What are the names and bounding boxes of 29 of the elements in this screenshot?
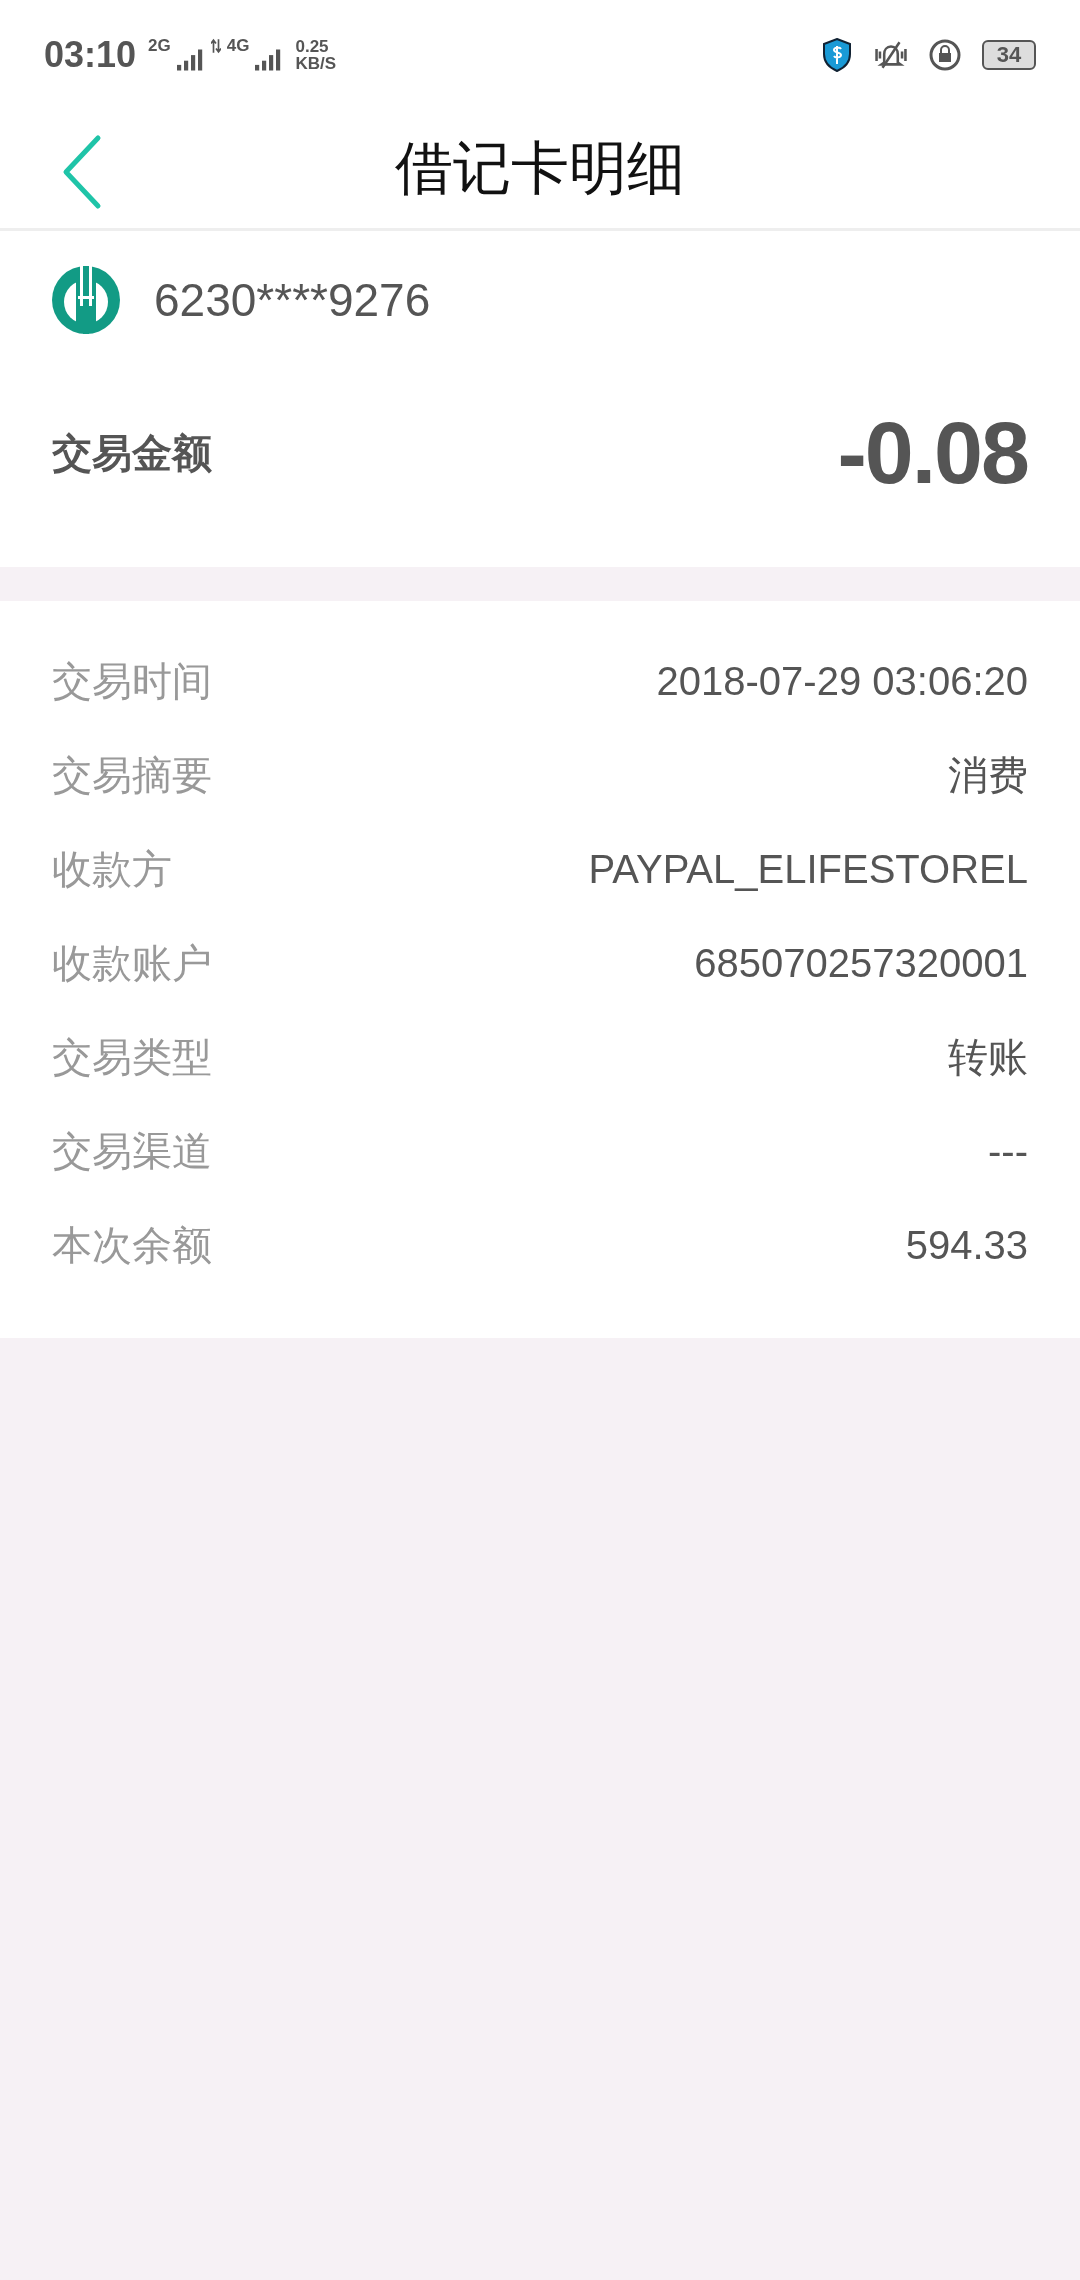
detail-value: 消费 <box>948 751 1028 799</box>
speed-value: 0.25 <box>295 38 330 55</box>
detail-label: 交易类型 <box>52 1033 212 1081</box>
detail-label: 交易摘要 <box>52 751 212 799</box>
network-label: 4G <box>226 36 250 56</box>
detail-label: 收款账户 <box>52 939 212 987</box>
data-arrows-icon <box>210 38 221 54</box>
speed-unit: KB/S <box>295 55 337 72</box>
detail-value: 2018-07-29 03:06:20 <box>656 658 1028 704</box>
detail-label: 本次余额 <box>52 1221 212 1269</box>
detail-value: 转账 <box>948 1033 1028 1081</box>
shield-icon <box>820 38 854 72</box>
amount-label: 交易金额 <box>52 429 212 477</box>
amount-value: -0.08 <box>837 402 1028 504</box>
bank-logo-icon <box>52 266 120 334</box>
signal-icon <box>176 48 205 72</box>
detail-label: 收款方 <box>52 845 172 893</box>
detail-label: 交易渠道 <box>52 1127 212 1175</box>
detail-value: 594.33 <box>905 1222 1028 1268</box>
page-title: 借记卡明细 <box>395 134 685 202</box>
card-number: 6230****9276 <box>154 273 431 327</box>
detail-value: PAYPAL_ELIFESTOREL <box>588 846 1028 892</box>
network-label: 2G <box>148 36 171 56</box>
rotation-lock-icon <box>928 38 962 72</box>
status-time: 03:10 <box>44 34 137 76</box>
detail-label: 交易时间 <box>52 657 212 705</box>
battery-indicator: 34 <box>982 40 1036 70</box>
detail-value: 685070257320001 <box>694 940 1028 986</box>
detail-value: --- <box>988 1128 1028 1174</box>
